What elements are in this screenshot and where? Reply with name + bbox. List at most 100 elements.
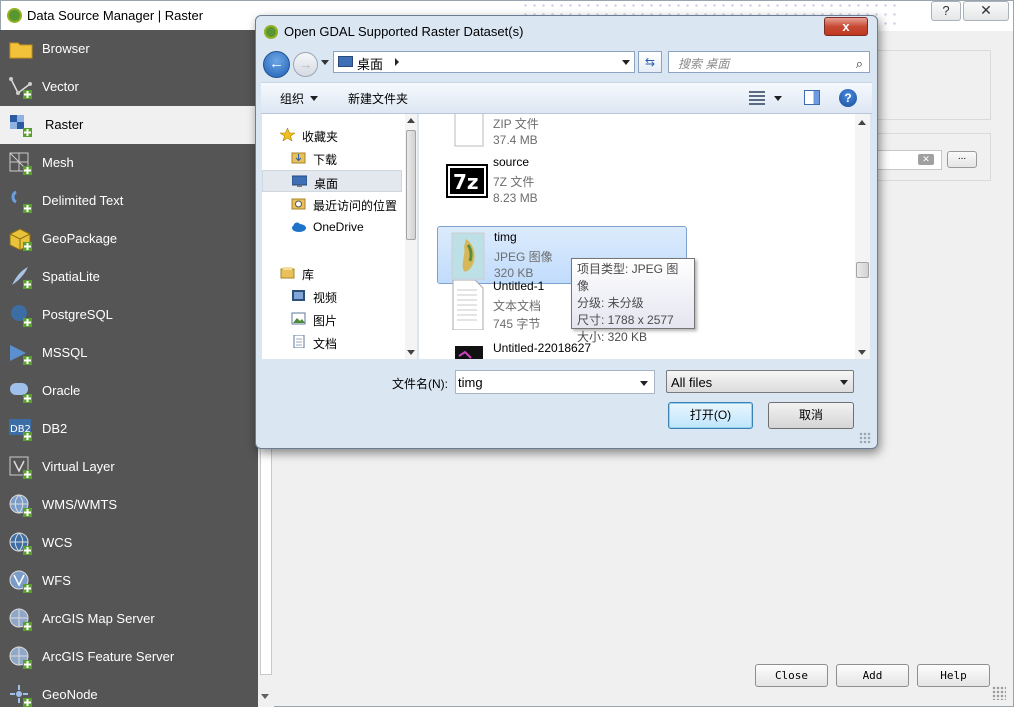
help-icon[interactable]: ? xyxy=(839,89,857,107)
sidebar-item-oracle[interactable]: Oracle xyxy=(0,372,258,410)
nav-item[interactable]: 最近访问的位置 xyxy=(262,193,402,215)
nav-item[interactable]: 文档 xyxy=(262,331,402,353)
zip-file-icon xyxy=(445,114,489,148)
qgis-logo-icon xyxy=(264,25,278,39)
window-help-button[interactable]: ? xyxy=(931,1,961,21)
chevron-right-icon[interactable] xyxy=(395,58,399,66)
cancel-button[interactable]: 取消 xyxy=(768,402,854,429)
sidebar-item-wms-wmts[interactable]: WMS/WMTS xyxy=(0,486,258,524)
navigation-pane: 收藏夹 下载 桌面 最近访问的位置 OneDrive 库视频图片 文档 xyxy=(262,114,417,359)
file-item[interactable]: ZIP 文件 37.4 MB xyxy=(437,114,687,152)
scroll-up-icon[interactable] xyxy=(858,120,866,125)
scroll-down-icon[interactable] xyxy=(858,350,866,355)
chevron-down-icon[interactable] xyxy=(622,60,630,65)
sidebar-item-label: PostgreSQL xyxy=(42,307,113,322)
view-options-icon[interactable] xyxy=(749,91,765,105)
vector-icon xyxy=(8,75,34,99)
sidebar-item-label: SpatiaLite xyxy=(42,269,100,284)
sidebar-item-browser[interactable]: Browser xyxy=(0,30,258,68)
nav-item[interactable]: OneDrive xyxy=(262,216,402,238)
help-button[interactable]: Help xyxy=(917,664,990,687)
forward-button[interactable]: → xyxy=(293,52,318,77)
new-folder-button[interactable]: 新建文件夹 xyxy=(348,90,408,107)
nav-item[interactable]: 视频 xyxy=(262,285,402,307)
dialog-toolbar: 组织 新建文件夹 ? xyxy=(261,82,872,114)
back-button[interactable]: ← xyxy=(263,51,290,78)
nav-scroll-thumb[interactable] xyxy=(406,130,416,240)
nav-item-label: 视频 xyxy=(313,291,338,305)
sidebar-item-db2[interactable]: DB2 DB2 xyxy=(0,410,258,448)
dialog-close-button[interactable]: x xyxy=(824,17,868,36)
spatialite-icon xyxy=(8,265,34,289)
resize-grip[interactable] xyxy=(992,686,1006,700)
jpeg-thumbnail-icon xyxy=(446,231,490,281)
nav-item[interactable]: 库 xyxy=(262,262,402,284)
arcgis-feature-icon xyxy=(8,645,34,669)
downloads-folder-icon xyxy=(291,151,306,164)
svg-text:7z: 7z xyxy=(453,170,479,194)
file-type: 文本文档 xyxy=(493,299,542,313)
file-scrollbar[interactable] xyxy=(855,114,870,359)
tooltip-size: 大小: 320 KB xyxy=(577,330,648,344)
nav-scrollbar[interactable] xyxy=(405,114,417,359)
sidebar-item-delimited-text[interactable]: Delimited Text xyxy=(0,182,258,220)
sidebar-item-postgresql[interactable]: PostgreSQL xyxy=(0,296,258,334)
browse-button[interactable]: ... xyxy=(947,151,977,168)
nav-item[interactable]: 下载 xyxy=(262,147,402,169)
file-type-value: All files xyxy=(671,375,713,390)
sidebar-item-spatialite[interactable]: SpatiaLite xyxy=(0,258,258,296)
sidebar-item-wfs[interactable]: WFS xyxy=(0,562,258,600)
sidebar-item-virtual-layer[interactable]: Virtual Layer xyxy=(0,448,258,486)
sidebar-item-mesh[interactable]: Mesh xyxy=(0,144,258,182)
scroll-up-icon[interactable] xyxy=(407,118,415,123)
nav-item[interactable]: 图片 xyxy=(262,308,402,330)
address-text: 桌面 xyxy=(357,57,384,72)
file-item[interactable]: 7z source 7Z 文件 8.23 MB xyxy=(437,152,687,210)
onedrive-icon xyxy=(291,220,306,233)
recent-locations-dropdown[interactable] xyxy=(321,60,329,65)
sidebar-item-raster[interactable]: Raster xyxy=(0,106,258,144)
pictures-icon xyxy=(291,312,306,325)
address-bar[interactable]: 桌面 xyxy=(333,51,635,73)
nav-item[interactable]: 桌面 xyxy=(262,170,402,192)
clear-icon[interactable]: ✕ xyxy=(918,154,934,165)
view-dropdown-icon[interactable] xyxy=(774,96,782,101)
7z-file-icon: 7z xyxy=(445,156,489,206)
refresh-button[interactable]: ⇆ xyxy=(638,51,662,73)
sidebar-item-arcgis-feature-server[interactable]: ArcGIS Feature Server xyxy=(0,638,258,676)
window-close-button[interactable]: ✕ xyxy=(963,1,1009,21)
nav-item-label: 库 xyxy=(302,268,315,282)
preview-pane-icon[interactable] xyxy=(804,90,820,105)
nav-item[interactable]: 收藏夹 xyxy=(262,124,402,146)
sidebar-item-mssql[interactable]: MSSQL xyxy=(0,334,258,372)
sidebar-item-wcs[interactable]: WCS xyxy=(0,524,258,562)
add-button[interactable]: Add xyxy=(836,664,909,687)
wfs-icon xyxy=(8,569,34,593)
file-type: 7Z 文件 xyxy=(493,175,535,189)
file-type-select[interactable]: All files xyxy=(666,370,854,393)
nav-item-label: OneDrive xyxy=(313,220,364,234)
sidebar-item-geopackage[interactable]: GeoPackage xyxy=(0,220,258,258)
sidebar-item-label: MSSQL xyxy=(42,345,88,360)
oracle-icon xyxy=(8,379,34,403)
sidebar-item-vector[interactable]: Vector xyxy=(0,68,258,106)
scroll-down-icon[interactable] xyxy=(261,694,269,699)
search-input[interactable]: 搜索 桌面 ⌕ xyxy=(668,51,870,73)
organize-menu[interactable]: 组织 xyxy=(280,90,319,107)
arcgis-map-icon xyxy=(8,607,34,631)
desktop-icon xyxy=(291,175,308,188)
db2-icon: DB2 xyxy=(8,417,34,441)
chevron-down-icon[interactable] xyxy=(640,381,648,386)
dialog-resize-grip[interactable] xyxy=(859,432,871,444)
filename-label: 文件名(N): xyxy=(392,377,448,391)
documents-icon xyxy=(291,334,306,349)
filename-input[interactable]: timg xyxy=(455,370,655,394)
close-button[interactable]: Close xyxy=(755,664,828,687)
sidebar-item-arcgis-map-server[interactable]: ArcGIS Map Server xyxy=(0,600,258,638)
virtual-layer-icon xyxy=(8,455,34,479)
scroll-down-icon[interactable] xyxy=(407,350,415,355)
open-button[interactable]: 打开(O) xyxy=(668,402,753,429)
file-scroll-thumb[interactable] xyxy=(856,262,869,278)
file-type: ZIP 文件 xyxy=(493,117,539,131)
sidebar-item-geonode[interactable]: GeoNode xyxy=(0,676,258,707)
